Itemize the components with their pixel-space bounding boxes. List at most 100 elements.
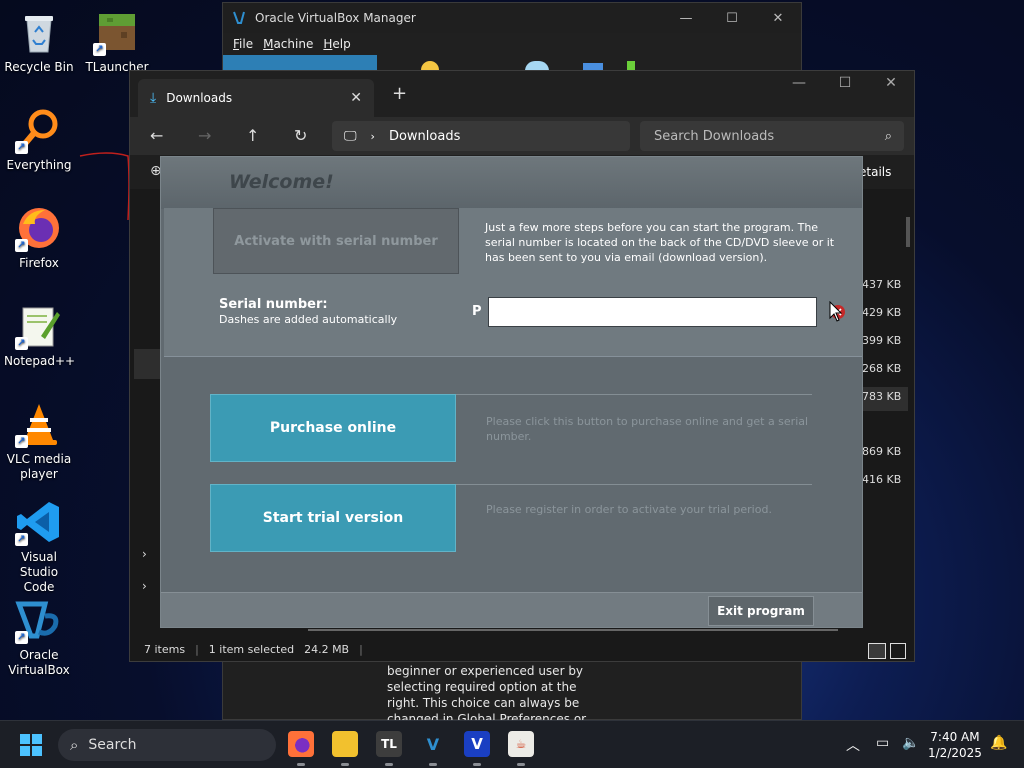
trial-description: Please register in order to activate you… (486, 503, 772, 516)
file-size: 429 KB (862, 306, 902, 319)
vscode-icon: ↗ (15, 498, 63, 546)
tab-title: Downloads (166, 91, 233, 105)
notification-bell-icon[interactable]: 🔔 (990, 735, 1007, 751)
navigation-bar: ← → ↑ ↻ 🖵 › Downloads Search Downloads ⌕ (130, 117, 914, 155)
taskbar-tlauncher-icon[interactable]: TL (376, 731, 402, 757)
download-icon: ⤓ (150, 90, 157, 106)
clock-date: 1/2/2025 (928, 746, 982, 760)
taskbar-v-app-icon[interactable]: V (464, 731, 490, 757)
desktop-icon-firefox[interactable]: ↗ Firefox (4, 204, 74, 271)
window-title: Oracle VirtualBox Manager (255, 11, 416, 25)
clock-time: 7:40 AM (930, 730, 980, 744)
desktop-icon-label: Recycle Bin (4, 60, 74, 74)
taskbar-search[interactable]: ⌕ Search (58, 729, 276, 761)
maximize-button[interactable]: ☐ (822, 75, 868, 91)
desktop-icon-label: Visual Studio Code (19, 550, 59, 594)
explorer-status-bar: 7 items | 1 item selected 24.2 MB | (144, 643, 363, 656)
taskbar-virtualbox-icon[interactable]: V (420, 731, 446, 757)
running-indicator (297, 763, 305, 766)
close-button[interactable]: ✕ (868, 75, 914, 91)
chevron-right-icon[interactable]: › (142, 547, 147, 561)
taskbar-clock[interactable]: 7:40 AM 1/2/2025 (928, 729, 982, 761)
selection-size: 24.2 MB (304, 643, 350, 656)
taskbar-file-explorer-icon[interactable] (332, 731, 358, 757)
start-trial-button[interactable]: Start trial version (210, 484, 456, 552)
chevron-right-icon[interactable]: › (142, 579, 147, 593)
desktop-icon-notepad-plus-plus[interactable]: ↗ Notepad++ (4, 302, 76, 369)
refresh-icon[interactable]: ↻ (294, 126, 307, 145)
search-box[interactable]: Search Downloads ⌕ (640, 121, 904, 151)
desktop-icon-everything[interactable]: ↗ Everything (4, 106, 74, 173)
details-view-icon[interactable] (868, 643, 886, 659)
desktop-icon-tlauncher[interactable]: ↗ TLauncher (82, 8, 152, 75)
chevron-right-icon: › (370, 129, 375, 143)
file-size: 783 KB (862, 390, 902, 403)
details-button[interactable]: etails (859, 165, 891, 179)
maximize-button[interactable]: ☐ (709, 11, 755, 26)
shortcut-arrow-icon: ↗ (15, 141, 28, 154)
serial-number-label: Serial number: (219, 297, 328, 312)
desktop-icon-label: Oracle VirtualBox (8, 648, 70, 677)
menu-help[interactable]: Help (323, 37, 350, 51)
back-arrow-icon[interactable]: ← (150, 126, 163, 145)
serial-number-hint: Dashes are added automatically (219, 313, 398, 326)
desktop-icon-label: Notepad++ (4, 354, 76, 368)
breadcrumb[interactable]: Downloads (389, 129, 460, 144)
recycle-bin-icon (15, 8, 63, 56)
search-placeholder: Search Downloads (654, 128, 775, 144)
dialog-title: Welcome! (229, 171, 334, 193)
address-bar[interactable]: 🖵 › Downloads (332, 121, 630, 151)
shortcut-arrow-icon: ↗ (93, 43, 106, 56)
minimize-button[interactable]: — (776, 75, 822, 91)
taskbar-search-label: Search (88, 737, 137, 753)
desktop-icon-label: Firefox (19, 256, 59, 270)
shortcut-arrow-icon: ↗ (15, 239, 28, 252)
minimize-button[interactable]: — (663, 11, 709, 26)
file-size: 399 KB (862, 334, 902, 347)
up-arrow-icon[interactable]: ↑ (246, 126, 259, 145)
desktop-icon-vscode[interactable]: ↗ Visual Studio Code (4, 498, 74, 595)
windows-start-icon[interactable] (20, 734, 42, 756)
volume-muted-icon[interactable]: 🔈 (902, 735, 919, 751)
shortcut-arrow-icon: ↗ (15, 631, 28, 644)
purchase-online-button[interactable]: Purchase online (210, 394, 456, 462)
horizontal-scrollbar[interactable] (308, 629, 838, 631)
file-size: 437 KB (862, 278, 902, 291)
close-button[interactable]: ✕ (755, 11, 801, 26)
network-icon[interactable]: ▭ (876, 735, 889, 751)
scrollbar-thumb[interactable] (906, 217, 910, 247)
serial-activation-panel: Activate with serial number Just a few m… (164, 208, 862, 357)
notepad-plus-plus-icon: ↗ (15, 302, 63, 350)
search-icon: ⌕ (70, 736, 79, 754)
chevron-up-icon[interactable]: ︿ (846, 735, 860, 755)
taskbar-firefox-icon[interactable] (288, 731, 314, 757)
file-size: 416 KB (862, 473, 902, 486)
shortcut-arrow-icon: ↗ (15, 337, 28, 350)
mouse-cursor-icon (829, 301, 843, 322)
virtualbox-icon (233, 11, 245, 24)
tab-downloads[interactable]: ⤓ Downloads ✕ (138, 79, 374, 117)
menu-machine[interactable]: Machine (263, 37, 313, 51)
vlc-icon: ↗ (15, 400, 63, 448)
desktop-icon-vlc[interactable]: ↗ VLC media player (4, 400, 74, 482)
taskbar-java-icon[interactable]: ☕ (508, 731, 534, 757)
activate-serial-button[interactable]: Activate with serial number (213, 208, 459, 274)
running-indicator (517, 763, 525, 766)
new-tab-button[interactable]: + (392, 83, 407, 104)
desktop-icon-recycle-bin[interactable]: Recycle Bin (4, 8, 74, 75)
activation-dialog[interactable]: Welcome! Activate with serial number Jus… (160, 156, 863, 628)
everything-search-icon: ↗ (15, 106, 63, 154)
dialog-footer: Exit program (161, 592, 862, 627)
tiles-view-icon[interactable] (890, 643, 906, 659)
virtualbox-title-bar[interactable]: Oracle VirtualBox Manager — ☐ ✕ (223, 3, 801, 33)
menu-file[interactable]: File (233, 37, 253, 51)
tab-close-icon[interactable]: ✕ (350, 90, 362, 106)
exit-program-button[interactable]: Exit program (708, 596, 814, 626)
explorer-tab-bar: ⤓ Downloads ✕ + — ☐ ✕ (130, 71, 914, 117)
shortcut-arrow-icon: ↗ (15, 435, 28, 448)
activate-description: Just a few more steps before you can sta… (485, 221, 835, 264)
serial-number-input[interactable] (488, 297, 817, 327)
desktop-icon-virtualbox[interactable]: ↗ Oracle VirtualBox (4, 596, 74, 678)
forward-arrow-icon[interactable]: → (198, 126, 211, 145)
selected-nav-item[interactable] (134, 349, 160, 379)
